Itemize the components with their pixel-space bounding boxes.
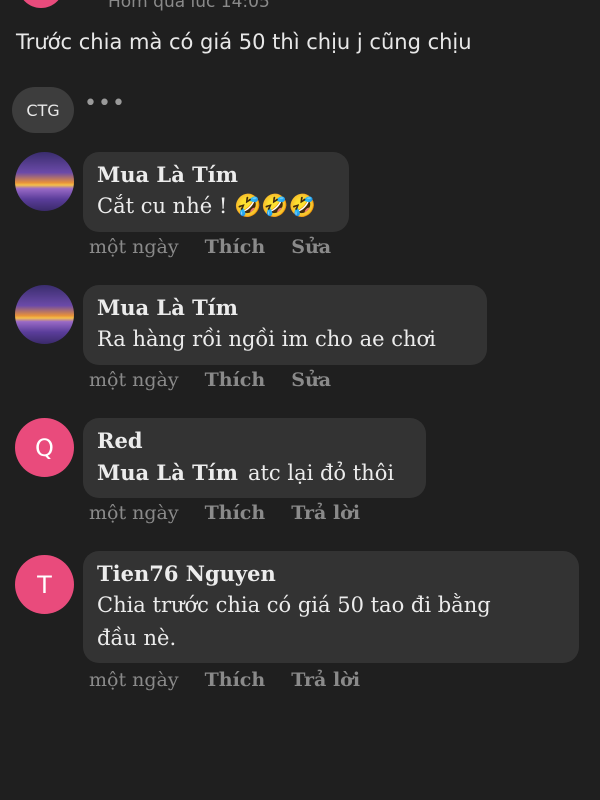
reply-button[interactable]: Trả lời [291,669,360,691]
comment-actions: một ngày Thích Sửa [89,369,351,391]
post-timestamp: Hôm qua lúc 14:05 [108,0,270,12]
comment-author[interactable]: Mua Là Tím [97,293,473,323]
post-author-avatar[interactable] [18,0,64,8]
comment-author[interactable]: Mua Là Tím [97,160,335,190]
like-button[interactable]: Thích [205,369,266,391]
mention-tag[interactable]: Mua Là Tím [97,460,238,485]
avatar[interactable] [15,285,74,344]
like-button[interactable]: Thích [205,502,266,524]
comment-actions: một ngày Thích Trả lời [89,502,380,524]
like-button[interactable]: Thích [205,236,266,258]
comment-text: Cắt cu nhé ! 🤣🤣🤣 [97,190,335,223]
comment-author[interactable]: Tien76 Nguyen [97,559,565,589]
comment-bubble[interactable]: Mua Là Tím Cắt cu nhé ! 🤣🤣🤣 [83,152,349,232]
edit-button[interactable]: Sửa [291,236,331,258]
post-text: Trước chia mà có giá 50 thì chịu j cũng … [16,30,472,54]
comment-time: một ngày [89,669,179,691]
comment-bubble[interactable]: Mua Là Tím Ra hàng rồi ngồi im cho ae ch… [83,285,487,365]
comment-text-line-1: Chia trước chia có giá 50 tao đi bằng [97,593,491,617]
comment-text-body: Cắt cu nhé ! [97,194,234,218]
reply-button[interactable]: Trả lời [291,502,360,524]
comment-time: một ngày [89,236,179,258]
edit-button[interactable]: Sửa [291,369,331,391]
more-options-icon[interactable]: ••• [84,91,126,116]
laughing-emoji-icon: 🤣🤣🤣 [233,194,317,219]
comment-bubble[interactable]: Red Mua Là Tím atc lại đỏ thôi [83,418,426,498]
comment-text: Ra hàng rồi ngồi im cho ae chơi [97,327,436,351]
avatar[interactable]: Q [15,418,74,477]
ctg-row: CTG ••• [12,87,126,133]
comment-time: một ngày [89,502,179,524]
comment-author[interactable]: Red [97,426,412,456]
comments-screen: Hôm qua lúc 14:05 Trước chia mà có giá 5… [0,0,600,800]
comment-actions: một ngày Thích Trả lời [89,669,380,691]
comment-text-body: atc lại đỏ thôi [247,461,395,485]
comment-text-line-2: đầu nè. [97,626,177,650]
comment-bubble[interactable]: Tien76 Nguyen Chia trước chia có giá 50 … [83,551,579,663]
comment-time: một ngày [89,369,179,391]
comment-text: Mua Là Tím atc lại đỏ thôi [97,456,412,490]
comment-actions: một ngày Thích Sửa [89,236,351,258]
like-button[interactable]: Thích [205,669,266,691]
avatar[interactable]: T [15,555,74,614]
ctg-avatar[interactable]: CTG [12,87,74,133]
avatar[interactable] [15,152,74,211]
